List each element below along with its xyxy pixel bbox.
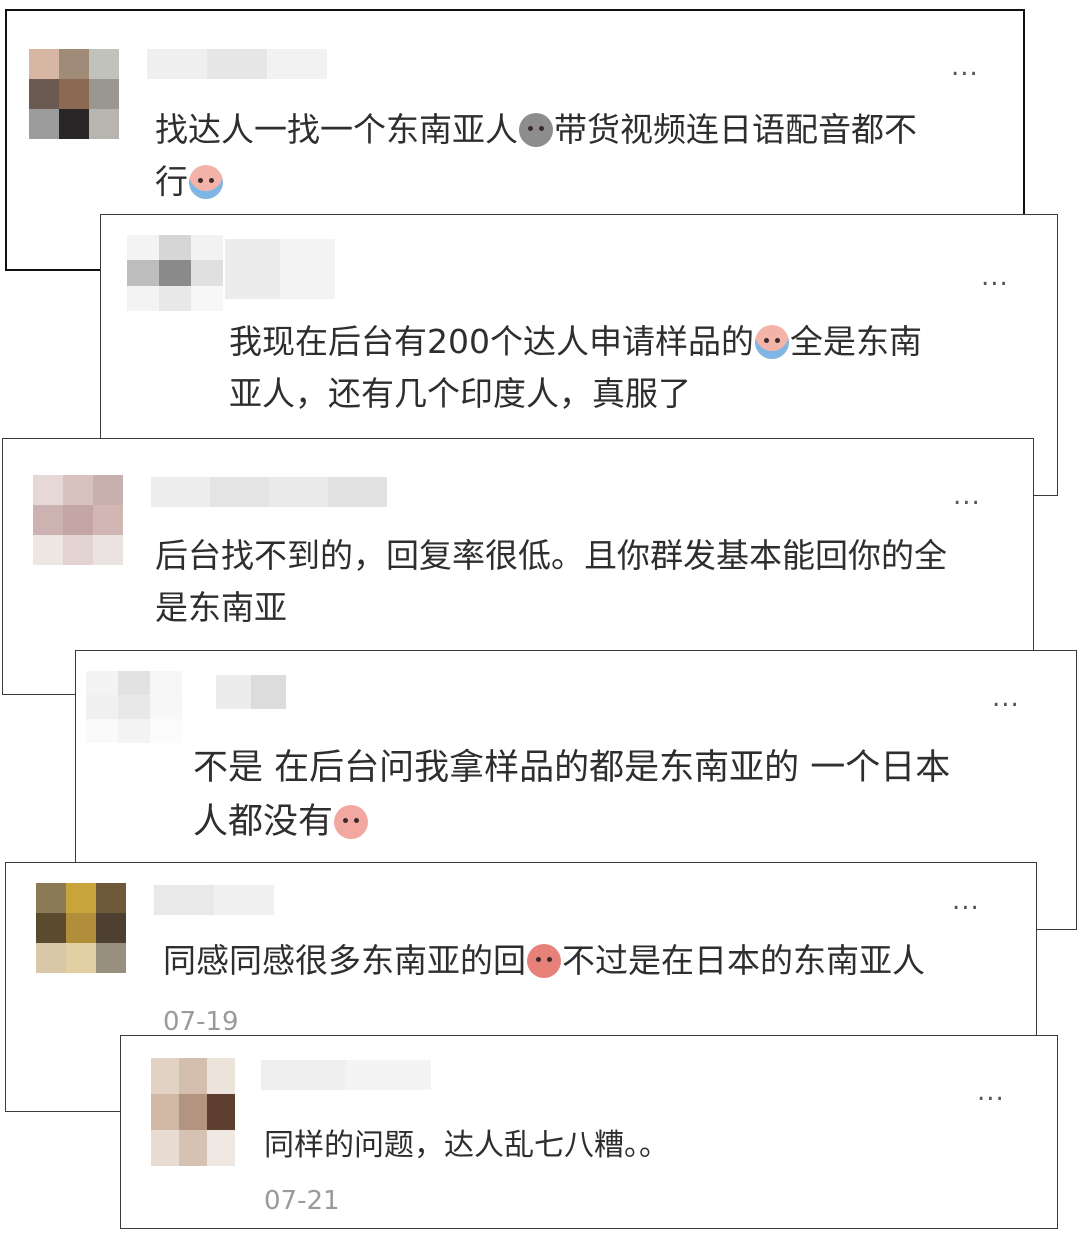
comment-text-line-2: 行 <box>155 162 188 201</box>
comment-text: 找达人一找一个东南亚人 带货视频连日语配音都不 行 <box>155 104 917 208</box>
more-options-button[interactable]: ... <box>951 54 979 80</box>
username-blurred[interactable] <box>154 885 274 915</box>
avatar[interactable] <box>86 671 182 743</box>
avatar[interactable] <box>29 49 119 139</box>
comment-text-line-1-continued: 带货视频连日语配音都不 <box>554 110 917 149</box>
comment-date: 07-21 <box>264 1186 340 1216</box>
comment-card: ... 同样的问题，达人乱七八糟。。 07-21 <box>120 1035 1058 1229</box>
avatar[interactable] <box>127 235 223 311</box>
username-blurred[interactable] <box>216 675 286 709</box>
crying-emoji-icon <box>189 165 223 199</box>
more-options-button[interactable]: ... <box>952 888 980 914</box>
comment-text-line-1-continued: 全是东南 <box>790 322 922 361</box>
smile-emoji-icon <box>334 805 369 839</box>
angry-emoji-icon <box>527 944 561 978</box>
comment-text-line-1: 后台找不到的，回复率很低。且你群发基本能回你的全 <box>155 536 947 575</box>
comment-text: 后台找不到的，回复率很低。且你群发基本能回你的全 是东南亚 <box>155 530 947 634</box>
more-options-button[interactable]: ... <box>981 264 1009 290</box>
avatar[interactable] <box>151 1058 235 1166</box>
comment-text-line-1: 找达人一找一个东南亚人 <box>155 110 518 149</box>
comment-text-line-1: 不是 在后台问我拿样品的都是东南亚的 一个日本 <box>193 748 951 788</box>
comment-text-line-1-continued: 不过是在日本的东南亚人 <box>562 941 925 980</box>
username-blurred[interactable] <box>261 1060 431 1090</box>
avatar[interactable] <box>36 883 126 973</box>
avatar[interactable] <box>33 475 123 565</box>
comment-text-line-2: 是东南亚 <box>155 588 287 627</box>
more-options-button[interactable]: ... <box>977 1079 1005 1105</box>
username-blurred[interactable] <box>147 49 327 79</box>
more-options-button[interactable]: ... <box>992 685 1020 711</box>
comment-date: 07-19 <box>163 1007 239 1037</box>
comment-text-line-1: 同感同感很多东南亚的回 <box>163 941 526 980</box>
comment-text-line-2: 人都没有 <box>193 802 334 842</box>
username-blurred[interactable] <box>151 477 387 507</box>
comment-text: 不是 在后台问我拿样品的都是东南亚的 一个日本 人都没有 <box>193 741 950 849</box>
comment-text: 同样的问题，达人乱七八糟。。 <box>264 1120 669 1172</box>
comment-text-line-2: 亚人，还有几个印度人，真服了 <box>229 374 691 413</box>
crying-emoji-icon <box>755 325 789 359</box>
comment-text: 同感同感很多东南亚的回 不过是在日本的东南亚人 <box>163 935 925 987</box>
username-blurred[interactable] <box>225 239 335 299</box>
comment-text-line-1: 我现在后台有200个达人申请样品的 <box>229 322 754 361</box>
comment-text: 我现在后台有200个达人申请样品的 全是东南 亚人，还有几个印度人，真服了 <box>229 316 922 420</box>
more-options-button[interactable]: ... <box>953 483 981 509</box>
comment-text-line-1: 同样的问题，达人乱七八糟。。 <box>264 1128 669 1163</box>
dust-face-emoji-icon <box>519 113 553 147</box>
